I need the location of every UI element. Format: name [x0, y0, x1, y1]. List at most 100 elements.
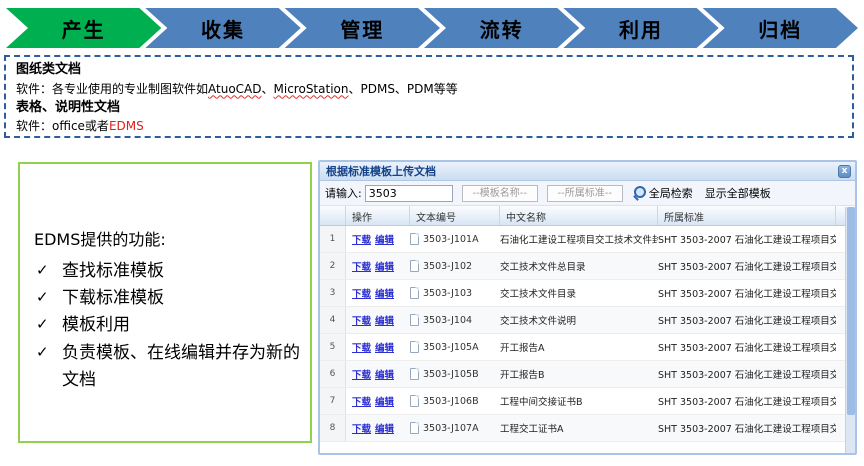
scrollbar-thumb[interactable] — [847, 207, 855, 415]
row-chinese-name: 石油化工建设工程项目交工技术文件封面A — [500, 232, 658, 246]
vertical-scrollbar[interactable] — [845, 207, 855, 455]
doc-code-text: 3503-J105B — [423, 369, 479, 380]
row-standard: SHT 3503-2007 石油化工建设工程项目交工... — [658, 394, 836, 408]
flow-step-chevron: 利用 — [563, 8, 718, 48]
search-icon[interactable] — [633, 186, 647, 200]
row-standard: SHT 3503-2007 石油化工建设工程项目交工... — [658, 286, 836, 300]
row-number: 2 — [320, 253, 346, 279]
table-body: 1 下载编辑 3503-J101A 石油化工建设工程项目交工技术文件封面A SH… — [320, 226, 855, 442]
table-row[interactable]: 1 下载编辑 3503-J101A 石油化工建设工程项目交工技术文件封面A SH… — [320, 226, 855, 253]
row-chinese-name: 工程中间交接证书B — [500, 394, 658, 408]
row-chinese-name: 工程交工证书A — [500, 421, 658, 435]
table-row[interactable]: 6 下载编辑 3503-J105B 开工报告B SHT 3503-2007 石油… — [320, 361, 855, 388]
document-icon — [410, 422, 419, 434]
header-chinese-name[interactable]: 中文名称 — [500, 206, 658, 225]
row-standard: SHT 3503-2007 石油化工建设工程项目交工... — [658, 232, 836, 246]
flow-step-label: 流转 — [480, 14, 524, 43]
note-text: 、PDMS、PDM等等 — [348, 82, 457, 96]
flow-step-chevron: 管理 — [285, 8, 440, 48]
table-row[interactable]: 4 下载编辑 3503-J104 交工技术文件说明 SHT 3503-2007 … — [320, 307, 855, 334]
edit-link[interactable]: 编辑 — [375, 343, 394, 354]
document-icon — [410, 368, 419, 380]
table-row[interactable]: 5 下载编辑 3503-J105A 开工报告A SHT 3503-2007 石油… — [320, 334, 855, 361]
table-row[interactable]: 2 下载编辑 3503-J102 交工技术文件总目录 SHT 3503-2007… — [320, 253, 855, 280]
feature-item-label: 模板利用 — [62, 315, 130, 335]
row-standard: SHT 3503-2007 石油化工建设工程项目交工... — [658, 259, 836, 273]
document-icon — [410, 287, 419, 299]
note-edms-highlight: EDMS — [109, 119, 144, 133]
flow-step-chevron: 收集 — [145, 8, 300, 48]
doc-code-text: 3503-J104 — [423, 315, 472, 326]
note-line-office-software: 软件：office或者EDMS — [16, 117, 842, 135]
feature-item: ✓ 下载标准模板 — [34, 285, 300, 312]
row-standard: SHT 3503-2007 石油化工建设工程项目交工... — [658, 313, 836, 327]
row-doc-code: 3503-J105B — [410, 368, 500, 380]
flow-step-chevron: 归档 — [703, 8, 858, 48]
edit-link[interactable]: 编辑 — [375, 235, 394, 246]
table-header: 操作 文本编号 中文名称 所属标准 — [320, 206, 855, 226]
close-icon[interactable]: x — [838, 165, 851, 178]
note-software-microstation: MicroStation — [274, 82, 349, 96]
check-icon: ✓ — [36, 340, 49, 364]
edit-link[interactable]: 编辑 — [375, 397, 394, 408]
row-chinese-name: 开工报告B — [500, 367, 658, 381]
table-row[interactable]: 3 下载编辑 3503-J103 交工技术文件目录 SHT 3503-2007 … — [320, 280, 855, 307]
header-standard[interactable]: 所属标准 — [658, 206, 836, 225]
row-number: 6 — [320, 361, 346, 387]
flow-step-label: 收集 — [201, 14, 245, 43]
feature-item-label: 下载标准模板 — [62, 288, 164, 308]
edms-features-box: EDMS提供的功能: ✓ 查找标准模板 ✓ 下载标准模板 ✓ 模板利用 — [18, 162, 312, 443]
download-link[interactable]: 下载 — [352, 316, 371, 327]
show-all-templates-button[interactable]: 显示全部模板 — [705, 185, 771, 201]
download-link[interactable]: 下载 — [352, 343, 371, 354]
dialog-titlebar: 根据标准模板上传文档 x — [320, 162, 855, 181]
global-search-button[interactable]: 全局检索 — [649, 185, 693, 201]
edit-link[interactable]: 编辑 — [375, 289, 394, 300]
flow-step-chevron: 流转 — [424, 8, 579, 48]
row-doc-code: 3503-J101A — [410, 233, 500, 245]
document-icon — [410, 233, 419, 245]
download-link[interactable]: 下载 — [352, 235, 371, 246]
row-actions: 下载编辑 — [346, 421, 410, 435]
row-standard: SHT 3503-2007 石油化工建设工程项目交工... — [658, 367, 836, 381]
edit-link[interactable]: 编辑 — [375, 316, 394, 327]
edit-link[interactable]: 编辑 — [375, 424, 394, 435]
note-text: 软件：office或者 — [16, 119, 109, 133]
check-icon: ✓ — [36, 258, 49, 282]
flow-step-chevron: 产生 — [6, 8, 161, 48]
download-link[interactable]: 下载 — [352, 262, 371, 273]
download-link[interactable]: 下载 — [352, 424, 371, 435]
row-standard: SHT 3503-2007 石油化工建设工程项目交工... — [658, 340, 836, 354]
feature-item: ✓ 模板利用 — [34, 312, 300, 339]
search-input[interactable] — [365, 185, 453, 202]
doc-code-text: 3503-J105A — [423, 342, 479, 353]
process-flow: 产生 收集 管理 流转 利用 归档 — [6, 8, 858, 48]
edit-link[interactable]: 编辑 — [375, 262, 394, 273]
template-name-filter[interactable]: --模板名称-- — [462, 185, 538, 202]
edit-link[interactable]: 编辑 — [375, 370, 394, 381]
feature-item-label: 负责模板、在线编辑并存为新的文档 — [62, 343, 300, 390]
note-text: 软件：各专业使用的专业制图软件如 — [16, 82, 208, 96]
feature-item: ✓ 负责模板、在线编辑并存为新的文档 — [34, 340, 300, 394]
download-link[interactable]: 下载 — [352, 397, 371, 408]
document-icon — [410, 395, 419, 407]
search-input-label: 请输入: — [325, 185, 362, 201]
row-actions: 下载编辑 — [346, 313, 410, 327]
header-doc-code[interactable]: 文本编号 — [410, 206, 500, 225]
dialog-title: 根据标准模板上传文档 — [326, 163, 436, 179]
header-action[interactable]: 操作 — [346, 206, 410, 225]
row-chinese-name: 交工技术文件目录 — [500, 286, 658, 300]
note-software-atuocad: AtuoCAD — [208, 82, 261, 96]
table-row[interactable]: 7 下载编辑 3503-J106B 工程中间交接证书B SHT 3503-200… — [320, 388, 855, 415]
note-title-drawings: 图纸类文档 — [16, 60, 842, 80]
download-link[interactable]: 下载 — [352, 370, 371, 381]
document-icon — [410, 260, 419, 272]
upload-dialog: 根据标准模板上传文档 x 请输入: --模板名称-- --所属标准-- 全局检索… — [318, 160, 857, 455]
table-row[interactable]: 8 下载编辑 3503-J107A 工程交工证书A SHT 3503-2007 … — [320, 415, 855, 442]
row-number: 4 — [320, 307, 346, 333]
row-doc-code: 3503-J102 — [410, 260, 500, 272]
download-link[interactable]: 下载 — [352, 289, 371, 300]
doc-code-text: 3503-J101A — [423, 234, 479, 245]
doc-code-text: 3503-J107A — [423, 423, 479, 434]
standard-filter[interactable]: --所属标准-- — [547, 185, 623, 202]
